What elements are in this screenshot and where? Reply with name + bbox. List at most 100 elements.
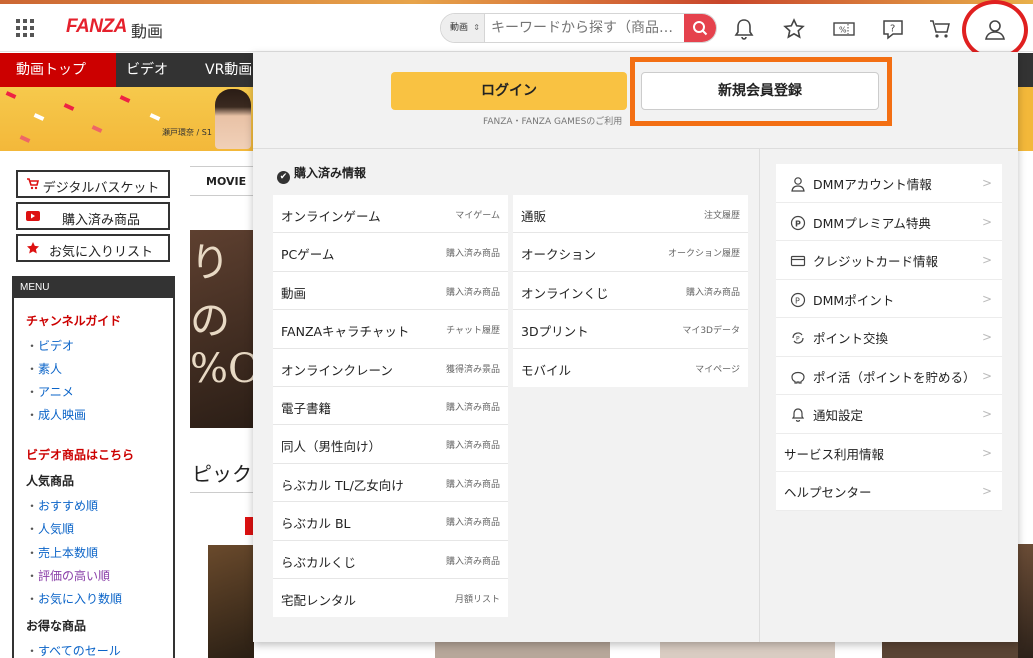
purchase-row-online-crane[interactable]: オンラインクレーン 獲得済み景品 <box>273 349 508 387</box>
channel-link-amateur[interactable]: 素人 <box>26 360 62 377</box>
purchase-row-online-game[interactable]: オンラインゲーム マイゲーム <box>273 195 508 234</box>
piggy-bank-icon <box>791 371 805 384</box>
row-label: オークション <box>521 247 597 263</box>
coupon-icon[interactable]: % <box>831 16 857 42</box>
pickup-heading: ピック <box>192 462 252 486</box>
row-label: 通販 <box>521 209 547 224</box>
account-item-notification[interactable]: 通知設定 > <box>776 395 1002 434</box>
purchase-row-lovecul-tl[interactable]: らぶカル TL/乙女向け 購入済み商品 <box>273 464 508 503</box>
product-thumbnail[interactable] <box>208 545 254 658</box>
favorites-button[interactable]: お気に入りリスト <box>16 234 170 262</box>
account-menu-list: DMMアカウント情報 > P DMMプレミアム特典 > クレジットカード情報 > P … <box>776 164 1002 511</box>
account-item-premium[interactable]: P DMMプレミアム特典 > <box>776 202 1002 241</box>
product-thumbnail[interactable] <box>435 642 610 658</box>
nav-item-top[interactable]: 動画トップ <box>0 53 116 87</box>
row-sublabel[interactable]: 購入済み商品 <box>446 438 500 451</box>
sort-sales-link[interactable]: 売上本数順 <box>26 544 98 561</box>
purchased-items-button[interactable]: 購入済み商品 <box>16 202 170 230</box>
purchase-row-3d-print[interactable]: 3Dプリント マイ3Dデータ <box>513 310 748 349</box>
account-menu-button[interactable] <box>962 0 1028 60</box>
row-sublabel[interactable]: 購入済み商品 <box>446 285 500 298</box>
row-sublabel[interactable]: 注文履歴 <box>704 208 740 221</box>
product-thumbnail[interactable] <box>882 642 1018 658</box>
channel-guide-heading: チャンネルガイド <box>26 314 122 328</box>
purchase-row-doujin[interactable]: 同人（男性向け） 購入済み商品 <box>273 425 508 464</box>
account-item-point-exchange[interactable]: P ポイント交換 > <box>776 318 1002 357</box>
help-icon[interactable]: ? <box>880 16 906 42</box>
sort-favorites-link[interactable]: お気に入り数順 <box>26 590 122 607</box>
chevron-right-icon: > <box>981 253 992 267</box>
purchase-row-pc-game[interactable]: PCゲーム 購入済み商品 <box>273 233 508 272</box>
row-sublabel[interactable]: 購入済み商品 <box>446 554 500 567</box>
row-label: 3Dプリント <box>521 324 589 340</box>
row-sublabel[interactable]: 購入済み商品 <box>686 285 740 298</box>
purchase-row-auction[interactable]: オークション オークション履歴 <box>513 233 748 272</box>
channel-link-anime[interactable]: アニメ <box>26 383 74 400</box>
channel-link-adult-film[interactable]: 成人映画 <box>26 406 86 423</box>
purchase-row-lovecul-bl[interactable]: らぶカル BL 購入済み商品 <box>273 502 508 541</box>
row-sublabel[interactable]: 月額リスト <box>455 592 500 605</box>
sort-recommended-link[interactable]: おすすめ順 <box>26 497 98 514</box>
row-sublabel[interactable]: 獲得済み景品 <box>446 362 500 375</box>
bell-icon[interactable] <box>731 16 757 42</box>
register-button[interactable]: 新規会員登録 <box>641 72 879 110</box>
purchase-row-mail-order[interactable]: 通販 注文履歴 <box>513 195 748 234</box>
row-sublabel[interactable]: マイゲーム <box>455 208 500 221</box>
row-sublabel[interactable]: マイページ <box>695 362 740 375</box>
purchase-row-chara-chat[interactable]: FANZAキャラチャット チャット履歴 <box>273 310 508 349</box>
search-button[interactable] <box>684 14 716 42</box>
nav-item-vr[interactable]: VR動画 <box>205 53 252 87</box>
row-sublabel[interactable]: チャット履歴 <box>446 323 500 336</box>
search-input[interactable] <box>489 14 685 42</box>
video-products-heading[interactable]: ビデオ商品はこちら <box>26 446 134 463</box>
sort-popular-link[interactable]: 人気順 <box>26 520 74 537</box>
account-item-credit-card[interactable]: クレジットカード情報 > <box>776 241 1002 280</box>
purchase-row-online-kuji[interactable]: オンラインくじ 購入済み商品 <box>513 272 748 311</box>
chevron-right-icon: > <box>981 445 992 460</box>
purchase-row-lovecul-kuji[interactable]: らぶカルくじ 購入済み商品 <box>273 541 508 579</box>
cart-icon[interactable] <box>927 16 953 42</box>
nav-item-video[interactable]: ビデオ <box>126 53 168 87</box>
account-item-poikatsu[interactable]: ポイ活（ポイントを貯める） > <box>776 356 1002 395</box>
purchase-row-video[interactable]: 動画 購入済み商品 <box>273 272 508 311</box>
account-item-label: DMMプレミアム特典 <box>813 215 931 231</box>
channel-link-video[interactable]: ビデオ <box>26 337 74 354</box>
row-sublabel[interactable]: オークション履歴 <box>668 246 740 259</box>
row-sublabel[interactable]: マイ3Dデータ <box>682 323 740 336</box>
sale-promo-image[interactable]: りの %O <box>190 230 256 428</box>
row-label: 電子書籍 <box>281 400 332 416</box>
credit-card-icon <box>790 255 806 267</box>
search-icon <box>693 21 708 36</box>
purchase-row-rental[interactable]: 宅配レンタル 月額リスト <box>273 579 508 617</box>
row-sublabel[interactable]: 購入済み商品 <box>446 400 500 413</box>
account-item-label: ポイ活（ポイントを貯める） <box>813 369 976 385</box>
fanza-logo[interactable]: FANZA <box>66 16 127 38</box>
tab-movie[interactable]: MOVIE <box>190 166 260 196</box>
account-item-service-usage[interactable]: サービス利用情報 > <box>776 433 1002 472</box>
star-icon[interactable] <box>781 16 807 42</box>
sort-rating-link[interactable]: 評価の高い順 <box>26 567 110 584</box>
grid-menu-icon[interactable] <box>16 19 34 37</box>
purchase-row-mobile[interactable]: モバイル マイページ <box>513 349 748 387</box>
login-button[interactable]: ログイン <box>391 72 627 110</box>
menu-title: MENU <box>14 278 173 298</box>
select-arrow-icon: ⇕ <box>473 23 480 32</box>
promo-banner[interactable]: 瀬戸環奈 / S1 <box>0 87 253 151</box>
row-label: PCゲーム <box>281 247 335 263</box>
purchase-list-right: 通販 注文履歴 オークション オークション履歴 オンラインくじ 購入済み商品 3Dプリ… <box>513 195 748 387</box>
purchase-row-ebook[interactable]: 電子書籍 購入済み商品 <box>273 387 508 426</box>
banner-photo <box>215 89 251 149</box>
row-sublabel[interactable]: 購入済み商品 <box>446 515 500 528</box>
point-icon: P <box>790 292 806 307</box>
account-item-dmm-account[interactable]: DMMアカウント情報 > <box>776 164 1002 203</box>
digital-basket-button[interactable]: デジタルバスケット <box>16 170 170 198</box>
account-item-dmm-point[interactable]: P DMMポイント > <box>776 279 1002 318</box>
logo-subtitle[interactable]: 動画 <box>131 18 163 42</box>
account-item-help-center[interactable]: ヘルプセンター > <box>776 472 1002 511</box>
search-category-select[interactable]: 動画 ⇕ <box>441 14 485 42</box>
row-sublabel[interactable]: 購入済み商品 <box>446 477 500 490</box>
product-thumbnail[interactable] <box>660 642 835 658</box>
all-sales-link[interactable]: すべてのセール <box>26 642 121 658</box>
row-sublabel[interactable]: 購入済み商品 <box>446 246 500 259</box>
chevron-right-icon: > <box>981 330 992 344</box>
